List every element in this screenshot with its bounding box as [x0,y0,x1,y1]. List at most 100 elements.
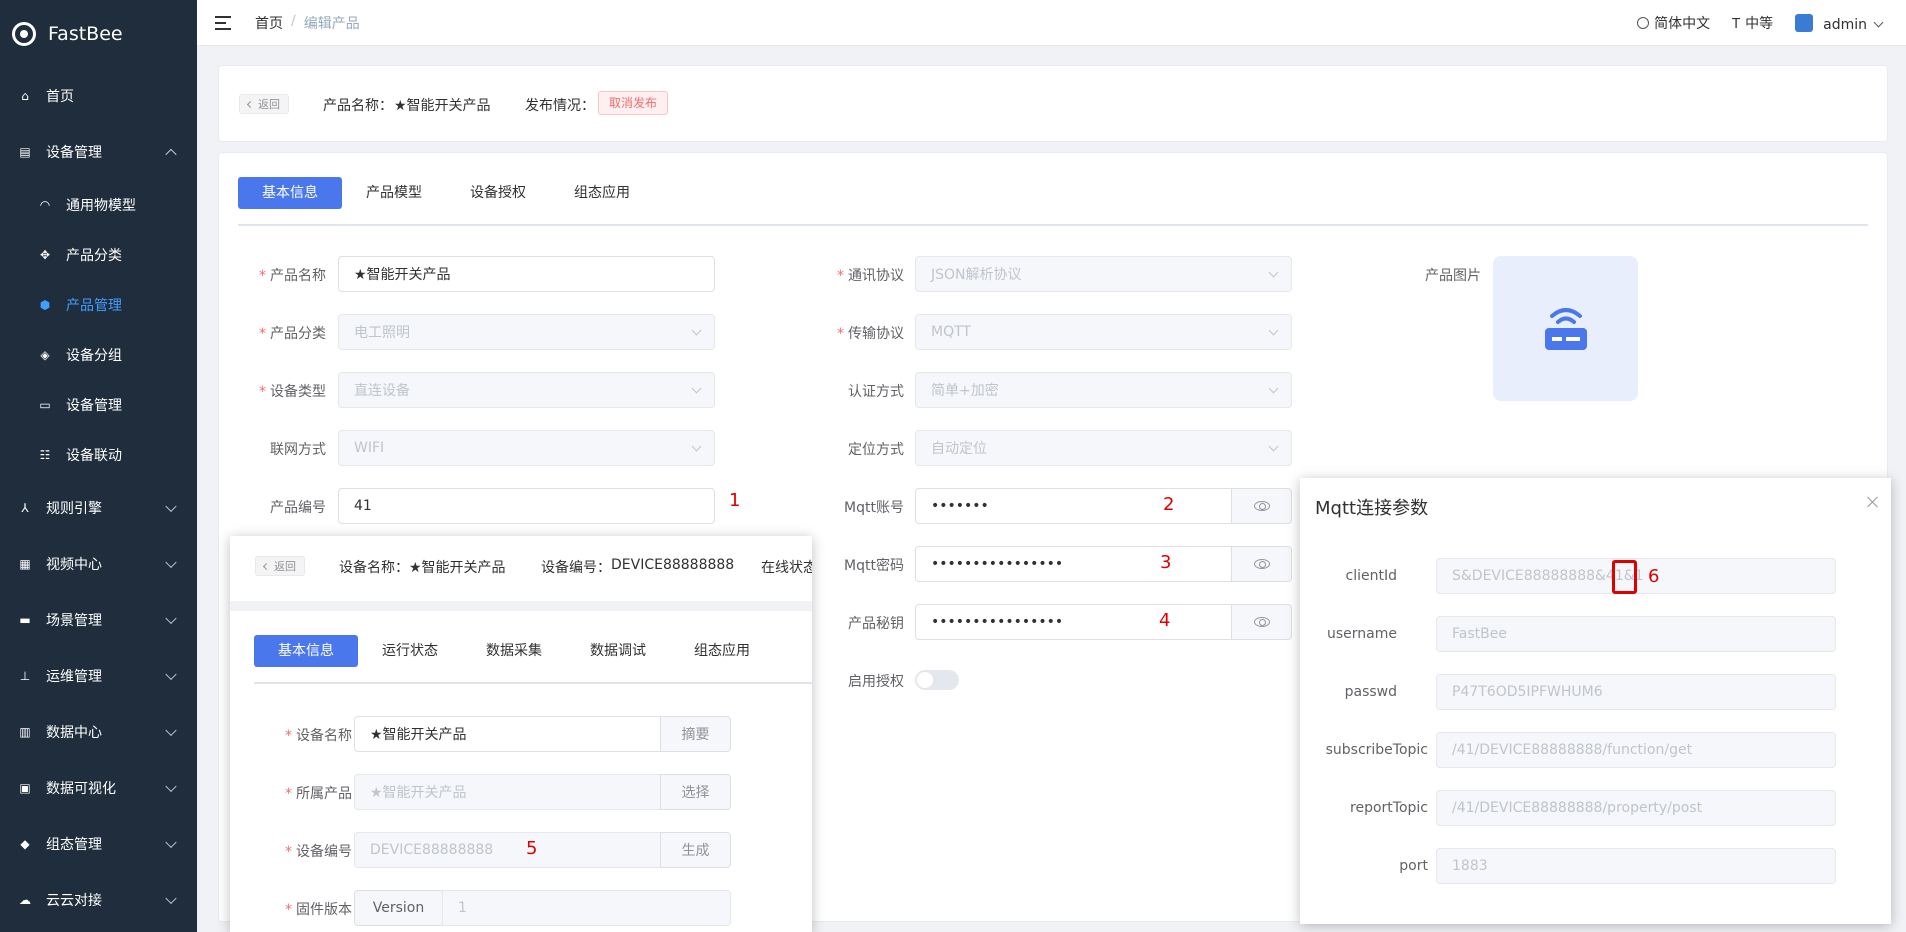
tab-device-data-collection[interactable]: 数据采集 [462,635,566,667]
home-icon: ⌂ [21,89,29,103]
generate-serial-button[interactable]: 生成 [660,832,731,868]
port-input[interactable]: 1883 [1436,848,1836,884]
mqtt-password-form-label: Mqtt密码 [844,558,904,574]
sidebar-subitem-device-linkage[interactable]: ☷ 设备联动 [0,430,197,480]
tab-device-data-debug[interactable]: 数据调试 [566,635,670,667]
summary-button[interactable]: 摘要 [660,716,731,752]
transport-select[interactable]: MQTT [915,314,1292,350]
passwd-input[interactable]: P47T6OD5IPFWHUM6 [1436,674,1836,710]
linkage-icon: ☷ [39,448,51,462]
device-name-form-label: * 设备名称 [285,728,352,744]
sidebar-item-ops-management[interactable]: ⊥ 运维管理 [0,648,197,704]
sidebar-item-label: 组态管理 [46,837,102,853]
sidebar-item-device-management[interactable]: ▤ 设备管理 [0,124,197,180]
passwd-label: passwd [1344,684,1397,700]
subscribe-topic-input[interactable]: /41/DEVICE88888888/function/get [1436,732,1836,768]
sidebar-item-video-center[interactable]: ▦ 视频中心 [0,536,197,592]
sidebar-item-data-center[interactable]: ▥ 数据中心 [0,704,197,760]
device-serial-form-label: * 设备编号 [285,844,352,860]
product-id-form-label: 产品编号 [270,500,326,516]
sidebar-item-label: 首页 [46,89,74,105]
protocol-form-label: * 通讯协议 [837,268,904,284]
publish-status-label: 发布情况： [525,98,595,114]
device-name-header-label: 设备名称： [339,560,409,576]
product-secret-input[interactable]: •••••••••••••••• [915,604,1232,640]
chevron-down-icon [1268,267,1279,278]
protocol-select[interactable]: JSON解析协议 [915,256,1292,292]
chevron-down-icon [1268,383,1279,394]
sidebar-item-scene-management[interactable]: ▬ 场景管理 [0,592,197,648]
report-topic-input[interactable]: /41/DEVICE88888888/property/post [1436,790,1836,826]
device-tabs: 基本信息 运行状态 数据采集 数据调试 组态应用 [254,635,774,667]
mqtt-account-input[interactable]: ••••••• [915,488,1232,524]
annotation-4: 4 [1159,610,1171,631]
username-label: username [1327,626,1397,642]
user-menu[interactable]: admin [1795,13,1884,33]
sidebar: FastBee ⌂ 首页 ▤ 设备管理 ◠ 通用物模型 ✥ 产品分类 ⬢ 产品管… [0,0,197,932]
sidebar-subitem-product-management[interactable]: ⬢ 产品管理 [0,280,197,330]
product-name-label: 产品名称： [323,98,393,114]
device-icon: ▤ [19,145,31,159]
sidebar-item-cloud-integration[interactable]: ☁ 云云对接 [0,872,197,928]
sidebar-subitem-product-category[interactable]: ✥ 产品分类 [0,230,197,280]
location-method-select[interactable]: 自动定位 [915,430,1292,466]
sidebar-item-label: 运维管理 [46,669,102,685]
show-mqtt-account-button[interactable] [1231,488,1292,524]
annotation-2: 2 [1163,494,1175,515]
sidebar-item-data-visualization[interactable]: ▣ 数据可视化 [0,760,197,816]
show-mqtt-password-button[interactable] [1231,546,1292,582]
device-name-input[interactable]: ★智能开关产品 [354,716,661,752]
annotation-1: 1 [729,490,741,511]
tab-device-auth[interactable]: 设备授权 [446,177,550,209]
mqtt-account-form-label: Mqtt账号 [844,500,904,516]
sidebar-subitem-label: 设备联动 [66,448,122,464]
mqtt-password-input[interactable]: •••••••••••••••• [915,546,1232,582]
tab-product-model[interactable]: 产品模型 [342,177,446,209]
device-type-form-label: * 设备类型 [259,384,326,400]
sidebar-item-home[interactable]: ⌂ 首页 [0,68,197,124]
product-id-input[interactable]: 41 [338,488,715,524]
chevron-down-icon [1873,17,1884,27]
sidebar-subitem-device-management[interactable]: ▭ 设备管理 [0,380,197,430]
firmware-version-input[interactable]: 1 [442,890,731,926]
unpublish-button[interactable]: 取消发布 [598,91,669,115]
auth-method-select[interactable]: 简单+加密 [915,372,1292,408]
close-icon[interactable] [1867,496,1879,508]
logo[interactable]: FastBee [0,0,197,68]
username-input[interactable]: FastBee [1436,616,1836,652]
sidebar-subitem-device-group[interactable]: ◈ 设备分组 [0,330,197,380]
port-label: port [1399,858,1428,874]
sidebar-item-rule-engine[interactable]: ⅄ 规则引擎 [0,480,197,536]
device-type-select[interactable]: 直连设备 [338,372,715,408]
tab-basic-info[interactable]: 基本信息 [238,177,342,209]
show-product-secret-button[interactable] [1231,604,1292,640]
select-product-button[interactable]: 选择 [660,774,731,810]
layers-icon: ◆ [20,837,30,851]
tab-scada-app[interactable]: 组态应用 [550,177,654,209]
back-button[interactable]: 返回 [239,94,289,114]
device-product-input[interactable]: ★智能开关产品 [354,774,661,810]
breadcrumb-home[interactable]: 首页 [255,13,283,33]
enable-auth-form-label: 启用授权 [848,674,904,690]
sidebar-item-scada-management[interactable]: ◆ 组态管理 [0,816,197,872]
product-category-select[interactable]: 电工照明 [338,314,715,350]
globe-icon [1637,17,1650,29]
language-switch[interactable]: 简体中文 [1637,13,1710,33]
ops-icon: ⊥ [19,669,31,683]
enable-auth-switch[interactable] [915,670,959,690]
auth-method-form-label: 认证方式 [848,384,904,400]
tab-device-basic-info[interactable]: 基本信息 [254,635,358,667]
sidebar-subitem-thing-model[interactable]: ◠ 通用物模型 [0,180,197,230]
product-image-upload[interactable] [1493,256,1638,401]
chevron-left-icon [262,562,271,570]
device-serial-input[interactable]: DEVICE88888888 [354,832,661,868]
tab-device-running-status[interactable]: 运行状态 [358,635,462,667]
tab-device-scada-app[interactable]: 组态应用 [670,635,774,667]
product-name-form-label: * 产品名称 [259,268,326,284]
chevron-down-icon [165,836,177,849]
network-method-select[interactable]: WIFI [338,430,715,466]
size-switch[interactable]: T 中等 [1732,13,1773,33]
device-back-button[interactable]: 返回 [255,556,305,576]
product-name-input[interactable]: ★智能开关产品 [338,256,715,292]
hamburger-icon[interactable] [215,15,231,30]
